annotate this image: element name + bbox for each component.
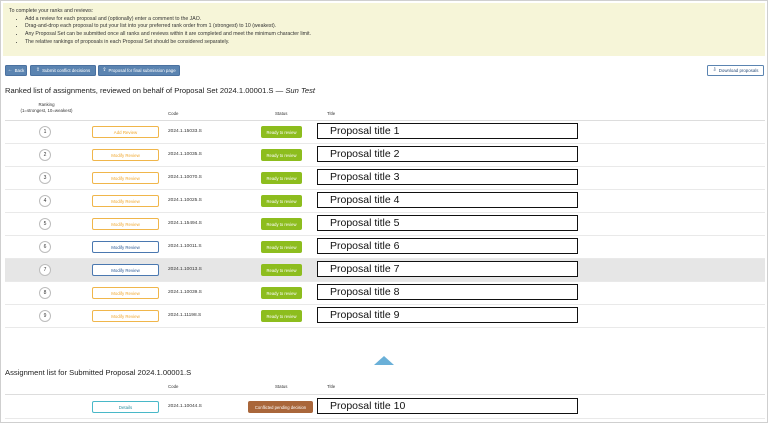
table-row[interactable]: 7 Modify Review 2024.1.10013.S Ready to … [5,259,765,282]
rank-badge: 1 [39,126,51,138]
submit-conflict-label: Submit conflict decisions [42,68,91,73]
status-badge[interactable]: Ready to review [261,218,302,230]
proposal-code: 2024.1.10044.S [168,404,202,409]
proposal-code: 2024.1.10070.S [168,175,202,180]
table-row[interactable]: 1 Add Review 2024.1.15033.S Ready to rev… [5,121,765,144]
modify-review-button[interactable]: Modify Review [92,149,159,161]
arrow-left-icon: ← [7,67,13,73]
ranking-column-header: Ranking (1=strongest, 10=weakest) [19,102,74,113]
proposal-code: 2024.1.15494.S [168,221,202,226]
instruction-item: Drag-and-drop each proposal to put your … [25,23,759,31]
status-badge[interactable]: Ready to review [261,126,302,138]
proposal-title: Proposal title 4 [317,192,578,208]
title-column-header: Title [327,111,336,116]
collapse-toggle-icon[interactable] [374,356,394,365]
instruction-item: Add a review for each proposal and (opti… [25,16,759,24]
download-proposals-label: Download proposals [718,68,759,73]
table-row[interactable]: 2 Modify Review 2024.1.10035.S Ready to … [5,144,765,167]
proposal-title: Proposal title 10 [317,398,578,414]
proposal-code: 2024.1.10039.S [168,290,202,295]
final-submission-label: Proposal for final submission page [108,68,176,73]
instructions-heading: To complete your ranks and reviews: [9,8,94,14]
proposal-title: Proposal title 8 [317,284,578,300]
submit-conflict-button[interactable]: ⇪ Submit conflict decisions [30,65,96,76]
modify-review-button[interactable]: Modify Review [92,241,159,253]
proposal-title: Proposal title 7 [317,261,578,277]
proposal-title: Proposal title 3 [317,169,578,185]
title-column-header: Title [327,384,336,389]
instructions-panel: To complete your ranks and reviews: Add … [3,3,765,56]
proposal-title: Proposal title 1 [317,123,578,139]
proposal-code: 2024.1.10025.S [168,198,202,203]
proposal-code: 2024.1.11198.S [168,313,202,318]
table-row[interactable]: 5 Modify Review 2024.1.15494.S Ready to … [5,213,765,236]
modify-review-button[interactable]: Modify Review [92,195,159,207]
rank-badge: 5 [39,218,51,230]
rank-badge: 8 [39,287,51,299]
app-frame: To complete your ranks and reviews: Add … [0,0,768,423]
instruction-item: The relative rankings of proposals in ea… [25,39,759,47]
status-badge[interactable]: Ready to review [261,195,302,207]
status-column-header: Status [275,111,288,116]
proposal-title: Proposal title 2 [317,146,578,162]
status-badge[interactable]: Conflicted pending decision [248,401,313,413]
instructions-list: Add a review for each proposal and (opti… [9,16,759,47]
ranked-list-title: Ranked list of assignments, reviewed on … [5,86,315,95]
modify-review-button[interactable]: Modify Review [92,172,159,184]
rank-badge: 7 [39,264,51,276]
proposal-code: 2024.1.15033.S [168,129,202,134]
details-button[interactable]: Details [92,401,159,413]
proposal-title: Proposal title 6 [317,238,578,254]
rank-badge: 3 [39,172,51,184]
download-icon: ⇩ [712,67,717,73]
ranked-title-prefix: Ranked list of assignments, reviewed on … [5,86,274,95]
status-badge[interactable]: Ready to review [261,287,302,299]
download-proposals-button[interactable]: ⇩ Download proposals [707,65,764,76]
proposal-title: Proposal title 9 [317,307,578,323]
modify-review-button[interactable]: Modify Review [92,218,159,230]
rank-badge: 4 [39,195,51,207]
status-badge[interactable]: Ready to review [261,310,302,322]
ranked-title-dash: — [275,86,284,95]
rank-badge: 2 [39,149,51,161]
proposal-code: 2024.1.10035.S [168,152,202,157]
status-badge[interactable]: Ready to review [261,264,302,276]
table-row[interactable]: 3 Modify Review 2024.1.10070.S Ready to … [5,167,765,190]
back-button-label: Back [14,68,25,73]
header-divider [5,394,765,395]
upload-icon: ⇪ [102,67,107,73]
proposal-code: 2024.1.10011.S [168,244,202,249]
proposal-title: Proposal title 5 [317,215,578,231]
assignment-list-title: Assignment list for Submitted Proposal 2… [5,368,192,377]
proposal-code: 2024.1.10013.S [168,267,202,272]
modify-review-button[interactable]: Modify Review [92,264,159,276]
upload-icon: ⇪ [35,67,41,73]
ranking-header-sub: (1=strongest, 10=weakest) [20,107,73,113]
back-button[interactable]: ← Back [5,65,27,76]
status-badge[interactable]: Ready to review [261,172,302,184]
table-row[interactable]: Details 2024.1.10044.S Conflicted pendin… [5,396,765,419]
status-column-header: Status [275,384,288,389]
instruction-item: Any Proposal Set can be submitted once a… [25,31,759,39]
code-column-header: Code [168,384,179,389]
table-row[interactable]: 6 Modify Review 2024.1.10011.S Ready to … [5,236,765,259]
table-row[interactable]: 8 Modify Review 2024.1.10039.S Ready to … [5,282,765,305]
reviewer-name: Sun Test [285,86,316,95]
modify-review-button[interactable]: Modify Review [92,287,159,299]
rank-badge: 9 [39,310,51,322]
add-review-button[interactable]: Add Review [92,126,159,138]
table-row[interactable]: 9 Modify Review 2024.1.11198.S Ready to … [5,305,765,328]
table-row[interactable]: 4 Modify Review 2024.1.10025.S Ready to … [5,190,765,213]
modify-review-button[interactable]: Modify Review [92,310,159,322]
status-badge[interactable]: Ready to review [261,149,302,161]
rank-badge: 6 [39,241,51,253]
code-column-header: Code [168,111,179,116]
status-badge[interactable]: Ready to review [261,241,302,253]
final-submission-button[interactable]: ⇪ Proposal for final submission page [98,65,180,76]
